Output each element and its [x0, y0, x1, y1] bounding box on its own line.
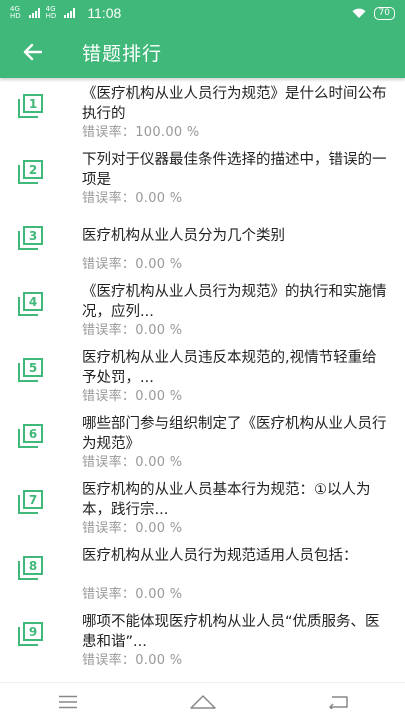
question-text: 哪些部门参与组织制定了《医疗机构从业人员行为规范》	[82, 416, 387, 452]
error-rate: 错误率：0.00 %	[82, 455, 183, 470]
question-text: 医疗机构从业人员行为规范适用人员包括：	[82, 548, 358, 564]
nav-back-button[interactable]	[308, 683, 368, 721]
error-rate: 错误率：0.00 %	[82, 587, 183, 602]
question-number-icon: 9	[18, 622, 44, 646]
network-sub-1: HD	[10, 12, 21, 20]
question-number-icon: 5	[18, 358, 44, 382]
list-item[interactable]: 7 医疗机构的从业人员基本行为规范：①以人为本，践行宗... 错误率：0.00 …	[0, 474, 405, 540]
network-sub-2: HD	[45, 12, 57, 20]
list-item[interactable]: 3 医疗机构从业人员分为几个类别 错误率：0.00 %	[0, 210, 405, 276]
list-item[interactable]: 8 医疗机构从业人员行为规范适用人员包括： 错误率：0.00 %	[0, 540, 405, 606]
list-item[interactable]: 9 哪项不能体现医疗机构从业人员“优质服务、医患和谐”... 错误率：0.00 …	[0, 606, 405, 672]
signal-bars-icon	[28, 8, 40, 18]
question-number-icon: 7	[18, 490, 44, 514]
question-number-icon: 1	[18, 94, 44, 118]
list-item[interactable]: 5 医疗机构从业人员违反本规范的,视情节轻重给予处罚，... 错误率：0.00 …	[0, 342, 405, 408]
question-text: 哪项不能体现医疗机构从业人员“优质服务、医患和谐”...	[82, 614, 380, 650]
home-icon	[189, 694, 216, 709]
signal-bars-icon	[64, 8, 76, 18]
error-rate: 错误率：0.00 %	[82, 191, 183, 206]
error-rate: 错误率：0.00 %	[82, 653, 183, 668]
status-time: 11:08	[87, 5, 122, 21]
list-item[interactable]: 1 《医疗机构从业人员行为规范》是什么时间公布执行的 错误率：100.00 %	[0, 78, 405, 144]
system-nav-bar	[0, 682, 405, 720]
battery-indicator: 70	[373, 6, 395, 20]
nav-menu-button[interactable]	[38, 683, 98, 721]
question-text: 下列对于仪器最佳条件选择的描述中，错误的一项是	[82, 152, 387, 188]
error-rate: 错误率：0.00 %	[82, 389, 183, 404]
status-bar: 4G HD 4G HD 11:08 70	[0, 0, 405, 26]
page-title: 错题排行	[82, 42, 163, 65]
question-text: 《医疗机构从业人员行为规范》的执行和实施情况，应列...	[82, 284, 387, 320]
question-number-icon: 4	[18, 292, 44, 316]
question-text: 医疗机构从业人员分为几个类别	[82, 228, 285, 244]
back-arrow-icon	[23, 43, 42, 61]
menu-icon	[58, 695, 77, 708]
question-list[interactable]: 1 《医疗机构从业人员行为规范》是什么时间公布执行的 错误率：100.00 % …	[0, 78, 405, 682]
question-text: 医疗机构从业人员违反本规范的,视情节轻重给予处罚，...	[82, 350, 377, 386]
list-item[interactable]: 6 哪些部门参与组织制定了《医疗机构从业人员行为规范》 错误率：0.00 %	[0, 408, 405, 474]
question-number-icon: 6	[18, 424, 44, 448]
list-item[interactable]: 2 下列对于仪器最佳条件选择的描述中，错误的一项是 错误率：0.00 %	[0, 144, 405, 210]
error-rate: 错误率：0.00 %	[82, 323, 183, 338]
error-rate: 错误率：100.00 %	[82, 125, 200, 140]
signal-sim1: 4G HD	[10, 6, 21, 20]
wifi-icon	[352, 8, 366, 18]
question-number-icon: 2	[18, 160, 44, 184]
error-rate: 错误率：0.00 %	[82, 257, 183, 272]
question-text: 《医疗机构从业人员行为规范》是什么时间公布执行的	[82, 86, 387, 122]
nav-back-icon	[328, 695, 348, 709]
signal-sim2: 4G HD	[46, 6, 57, 20]
question-text: 医疗机构的从业人员基本行为规范：①以人为本，践行宗...	[82, 482, 371, 518]
question-number-icon: 3	[18, 226, 44, 250]
question-number-icon: 8	[18, 556, 44, 580]
list-item[interactable]: 4 《医疗机构从业人员行为规范》的执行和实施情况，应列... 错误率：0.00 …	[0, 276, 405, 342]
error-rate: 错误率：0.00 %	[82, 521, 183, 536]
back-button[interactable]	[0, 26, 64, 78]
app-bar: 错题排行	[0, 26, 405, 78]
nav-home-button[interactable]	[173, 683, 233, 721]
